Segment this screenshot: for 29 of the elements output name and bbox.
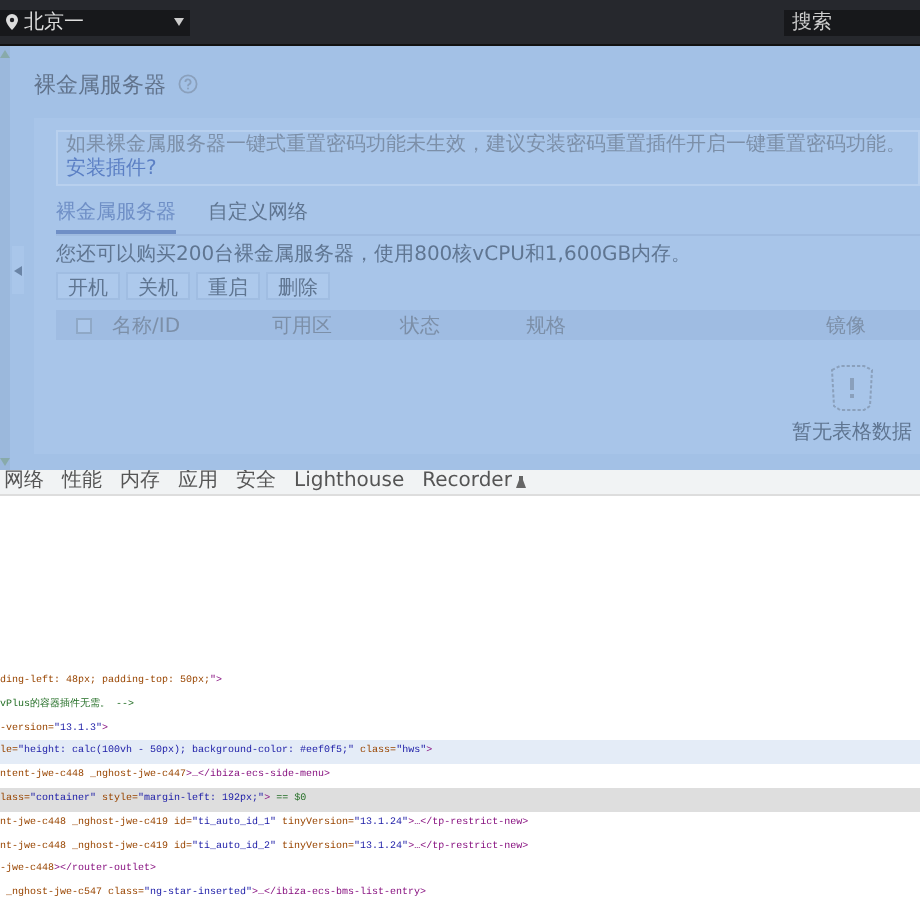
devtools-tab[interactable]: 内存 (116, 472, 164, 492)
scrollbar[interactable] (0, 46, 10, 470)
help-icon[interactable] (178, 74, 198, 94)
search-field[interactable]: 搜索 (784, 9, 920, 35)
checkbox[interactable] (76, 317, 92, 333)
column-header: 规格 (526, 313, 568, 339)
notice-banner: 如果裸金属服务器一键式重置密码功能未生效，建议安装密码重置插件开启一键重置密码功能。 安装插件? (56, 130, 920, 186)
location-pin-icon (6, 14, 18, 30)
empty-data-icon (826, 364, 878, 412)
devtools-tab[interactable]: 应用 (174, 472, 222, 492)
devtools-tab[interactable]: 性能 (58, 472, 106, 492)
scroll-up-icon[interactable] (0, 50, 10, 58)
devtools-tab[interactable]: Lighthouse (290, 472, 409, 492)
devtools-tab[interactable]: Recorder (418, 472, 530, 492)
devtools-tab[interactable]: 安全 (232, 472, 280, 492)
column-header: 镜像 (826, 313, 866, 339)
flask-icon (515, 476, 526, 488)
caret-icon (174, 18, 184, 26)
empty-message: 暂无表格数据 (792, 419, 912, 446)
page-title: 裸金属服务器 (34, 69, 166, 99)
devtools-tab[interactable]: 网络 (0, 472, 48, 492)
scroll-down-icon[interactable] (0, 458, 10, 466)
collapse-button[interactable] (12, 246, 24, 294)
quota-text: 您还可以购买200台裸金属服务器，使用800核vCPU和1,600GB内存。 (56, 241, 694, 268)
region-dropdown[interactable]: 北京一 (0, 9, 190, 35)
column-header: 状态 (400, 313, 442, 339)
column-header: 可用区 (272, 313, 334, 339)
caret-left-icon (14, 265, 22, 275)
column-header: 名称/ID (112, 313, 183, 339)
